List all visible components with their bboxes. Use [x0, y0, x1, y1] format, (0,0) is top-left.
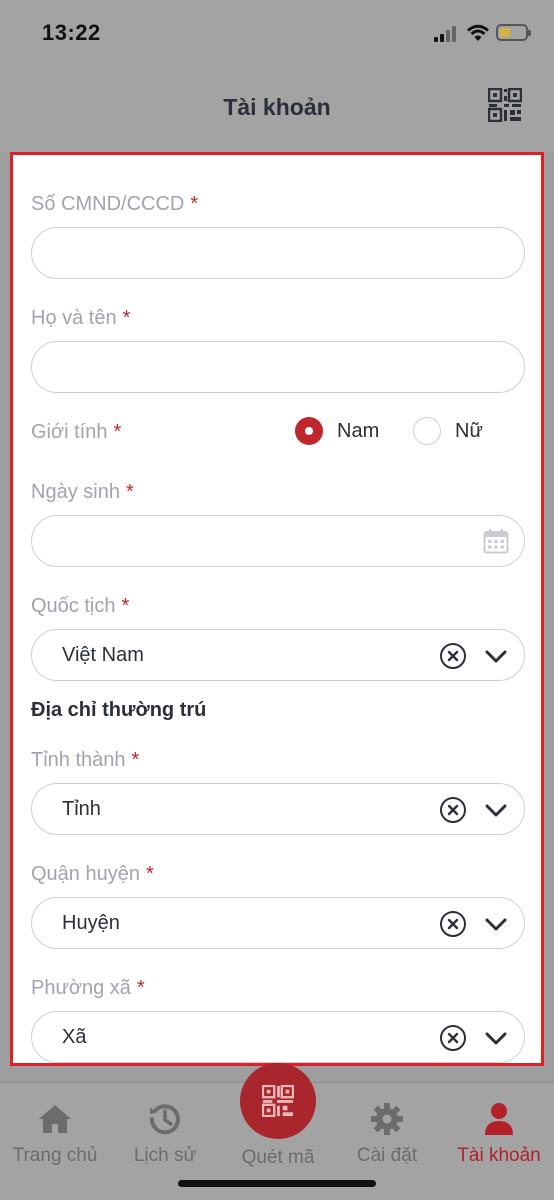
wifi-icon — [467, 24, 489, 41]
ward-label: Phường xã * — [31, 977, 145, 999]
clear-district-icon[interactable] — [440, 911, 466, 937]
clear-ward-icon[interactable] — [440, 1025, 466, 1051]
gender-option-female[interactable]: Nữ — [413, 417, 483, 445]
nationality-select[interactable]: Việt Nam — [31, 629, 525, 681]
clear-province-icon[interactable] — [440, 797, 466, 823]
tab-history[interactable]: Lịch sử — [110, 1083, 220, 1183]
qr-scan-icon — [262, 1085, 294, 1117]
gear-icon — [371, 1103, 403, 1135]
status-bar: 13:22 — [0, 0, 554, 66]
home-icon — [39, 1105, 71, 1133]
id-number-label: Số CMND/CCCD * — [31, 193, 199, 215]
tab-home[interactable]: Trang chủ — [0, 1083, 110, 1183]
scan-qr-button[interactable] — [240, 1063, 316, 1139]
chevron-down-icon[interactable] — [484, 644, 508, 668]
qr-code-icon[interactable] — [488, 88, 522, 122]
birth-date-input[interactable] — [31, 515, 525, 567]
ward-select[interactable]: Xã — [31, 1011, 525, 1063]
province-select[interactable]: Tỉnh — [31, 783, 525, 835]
tab-scan-label[interactable]: Quét mã — [216, 1147, 340, 1169]
home-indicator — [178, 1180, 376, 1187]
full-name-label: Họ và tên * — [31, 307, 131, 329]
battery-icon — [496, 24, 531, 41]
province-label: Tỉnh thành * — [31, 749, 140, 771]
gender-label: Giới tính * — [31, 421, 122, 443]
tab-account[interactable]: Tài khoản — [444, 1083, 554, 1183]
page-title: Tài khoản — [223, 94, 331, 120]
status-time: 13:22 — [42, 20, 101, 45]
radio-unselected-icon — [413, 417, 441, 445]
account-form: Số CMND/CCCD * Họ và tên * Giới tính * Nam … — [10, 152, 544, 1066]
district-label: Quận huyện * — [31, 863, 154, 885]
user-icon — [485, 1103, 513, 1135]
signal-icon — [434, 26, 460, 42]
gender-option-male[interactable]: Nam — [295, 417, 379, 445]
calendar-icon[interactable] — [483, 528, 509, 554]
radio-selected-icon — [295, 417, 323, 445]
birth-date-label: Ngày sinh * — [31, 481, 134, 503]
nav-bar: Tài khoản — [0, 66, 554, 152]
district-select[interactable]: Huyện — [31, 897, 525, 949]
tab-settings[interactable]: Cài đặt — [332, 1083, 442, 1183]
full-name-input[interactable] — [31, 341, 525, 393]
nationality-label: Quốc tịch * — [31, 595, 130, 617]
chevron-down-icon[interactable] — [484, 1026, 508, 1050]
chevron-down-icon[interactable] — [484, 912, 508, 936]
chevron-down-icon[interactable] — [484, 798, 508, 822]
clear-nationality-icon[interactable] — [440, 643, 466, 669]
address-section-title: Địa chỉ thường trú — [31, 699, 207, 721]
history-icon — [149, 1104, 180, 1135]
id-number-input[interactable] — [31, 227, 525, 279]
